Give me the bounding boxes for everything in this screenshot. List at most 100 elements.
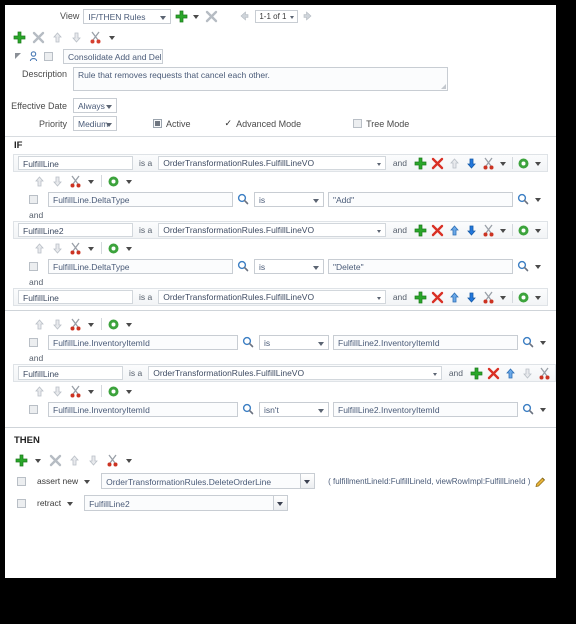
arrow-down-icon[interactable] xyxy=(465,291,478,304)
tree-mode-checkbox[interactable] xyxy=(353,119,363,128)
condition-menu-chevron-down-icon[interactable] xyxy=(534,193,543,206)
arrow-down-icon[interactable] xyxy=(70,31,83,44)
arrow-up-icon[interactable] xyxy=(504,367,517,380)
scissors-icon[interactable] xyxy=(69,318,82,331)
gear-icon[interactable] xyxy=(107,175,120,188)
arrow-down-icon[interactable] xyxy=(465,157,478,170)
arrow-down-icon[interactable] xyxy=(465,224,478,237)
advanced-mode-checkbox[interactable]: ✓ xyxy=(225,119,233,128)
pattern-type-select[interactable]: OrderTransformationRules.FulfillLineVO xyxy=(148,366,442,380)
condition-menu-chevron-down-icon[interactable] xyxy=(539,403,548,416)
scissors-icon[interactable] xyxy=(89,31,102,44)
search-icon[interactable] xyxy=(522,336,535,349)
condition-select-checkbox[interactable] xyxy=(29,195,38,204)
arrow-up-icon[interactable] xyxy=(33,242,46,255)
pattern-type-select[interactable]: OrderTransformationRules.FulfillLineVO xyxy=(158,290,386,304)
action-select-checkbox[interactable] xyxy=(17,476,26,486)
action-verb-chevron-down-icon[interactable] xyxy=(83,475,92,488)
condition-menu-chevron-down-icon[interactable] xyxy=(534,260,543,273)
scissors-icon[interactable] xyxy=(69,385,82,398)
delete-x-icon[interactable] xyxy=(487,367,500,380)
arrow-down-icon[interactable] xyxy=(51,242,64,255)
add-icon[interactable] xyxy=(175,10,188,23)
delete-x-icon[interactable] xyxy=(32,31,45,44)
gear-menu-chevron-down-icon[interactable] xyxy=(125,242,134,255)
condition-operator-select[interactable]: is xyxy=(259,335,329,350)
pattern-type-select[interactable]: OrderTransformationRules.FulfillLineVO xyxy=(158,156,386,170)
arrow-down-icon[interactable] xyxy=(51,175,64,188)
arrow-up-icon[interactable] xyxy=(448,224,461,237)
condition-operator-select[interactable]: isn't xyxy=(259,402,329,417)
add-menu-chevron-down-icon[interactable] xyxy=(34,454,43,467)
pattern-menu-chevron-down-icon[interactable] xyxy=(499,291,508,304)
arrow-up-icon[interactable] xyxy=(448,157,461,170)
pattern-menu-chevron-down-icon[interactable] xyxy=(499,157,508,170)
condition-left-input[interactable]: FulfillLine.DeltaType xyxy=(48,259,233,274)
arrow-up-icon[interactable] xyxy=(51,31,64,44)
pattern-name-input[interactable]: FulfillLine xyxy=(18,156,133,170)
gear-menu-chevron-down-icon[interactable] xyxy=(125,318,134,331)
search-icon[interactable] xyxy=(242,336,255,349)
pattern-type-select[interactable]: OrderTransformationRules.FulfillLineVO xyxy=(158,223,386,237)
scissors-icon[interactable] xyxy=(106,454,119,467)
gear-icon[interactable] xyxy=(517,291,530,304)
arrow-up-icon[interactable] xyxy=(33,385,46,398)
gear-menu-chevron-down-icon[interactable] xyxy=(125,385,134,398)
search-icon[interactable] xyxy=(517,193,530,206)
view-select[interactable]: IF/THEN Rules xyxy=(83,8,172,24)
arrow-up-icon[interactable] xyxy=(68,454,81,467)
gear-icon[interactable] xyxy=(107,242,120,255)
scissors-icon[interactable] xyxy=(538,367,551,380)
action-target-combo[interactable]: OrderTransformationRules.DeleteOrderLine xyxy=(101,473,316,489)
gear-icon[interactable] xyxy=(517,157,530,170)
page-range[interactable]: 1-1 of 1 xyxy=(255,9,298,23)
gear-menu-chevron-down-icon[interactable] xyxy=(534,157,543,170)
condition-right-input[interactable]: FulfillLine2.InventoryItemId xyxy=(333,335,518,350)
add-icon[interactable] xyxy=(470,367,483,380)
gear-menu-chevron-down-icon[interactable] xyxy=(534,224,543,237)
condition-select-checkbox[interactable] xyxy=(29,405,38,414)
condition-menu-chevron-down-icon[interactable] xyxy=(539,336,548,349)
expand-triangle-icon[interactable] xyxy=(15,52,23,60)
next-arrow-icon[interactable] xyxy=(302,10,315,23)
action-target-dropdown-button[interactable] xyxy=(274,495,289,511)
arrow-down-icon[interactable] xyxy=(51,385,64,398)
arrow-up-icon[interactable] xyxy=(33,318,46,331)
active-checkbox[interactable] xyxy=(153,119,162,128)
condition-right-input[interactable]: "Add" xyxy=(328,192,513,207)
scissors-icon[interactable] xyxy=(482,224,495,237)
condition-select-checkbox[interactable] xyxy=(29,338,38,347)
scissors-icon[interactable] xyxy=(482,157,495,170)
rule-name-input[interactable]: Consolidate Add and Delete A xyxy=(63,48,163,64)
arrow-down-icon[interactable] xyxy=(87,454,100,467)
rule-menu-chevron-down-icon[interactable] xyxy=(108,31,117,44)
scissors-icon[interactable] xyxy=(482,291,495,304)
action-verb-chevron-down-icon[interactable] xyxy=(66,497,75,510)
delete-x-icon[interactable] xyxy=(431,291,444,304)
add-menu-chevron-down-icon[interactable] xyxy=(192,10,201,23)
add-icon[interactable] xyxy=(414,291,427,304)
cut-menu-chevron-down-icon[interactable] xyxy=(87,385,96,398)
description-textarea[interactable]: Rule that removes requests that cancel e… xyxy=(73,67,448,91)
scissors-icon[interactable] xyxy=(69,242,82,255)
search-icon[interactable] xyxy=(517,260,530,273)
pattern-name-input[interactable]: FulfillLine2 xyxy=(18,223,133,237)
add-icon[interactable] xyxy=(414,157,427,170)
gear-icon[interactable] xyxy=(517,224,530,237)
action-target-combo[interactable]: FulfillLine2 xyxy=(84,495,289,511)
gear-icon[interactable] xyxy=(107,318,120,331)
arrow-down-icon[interactable] xyxy=(51,318,64,331)
condition-left-input[interactable]: FulfillLine.InventoryItemId xyxy=(48,335,238,350)
arrow-up-icon[interactable] xyxy=(33,175,46,188)
edit-pencil-icon[interactable] xyxy=(535,476,546,487)
condition-right-input[interactable]: FulfillLine2.InventoryItemId xyxy=(333,402,518,417)
arrow-up-icon[interactable] xyxy=(448,291,461,304)
action-target-dropdown-button[interactable] xyxy=(301,473,316,489)
delete-x-icon[interactable] xyxy=(49,454,62,467)
condition-operator-select[interactable]: is xyxy=(254,192,324,207)
condition-select-checkbox[interactable] xyxy=(29,262,38,271)
rule-select-checkbox[interactable] xyxy=(44,51,53,61)
condition-left-input[interactable]: FulfillLine.DeltaType xyxy=(48,192,233,207)
arrow-down-icon[interactable] xyxy=(521,367,534,380)
delete-x-icon[interactable] xyxy=(431,157,444,170)
